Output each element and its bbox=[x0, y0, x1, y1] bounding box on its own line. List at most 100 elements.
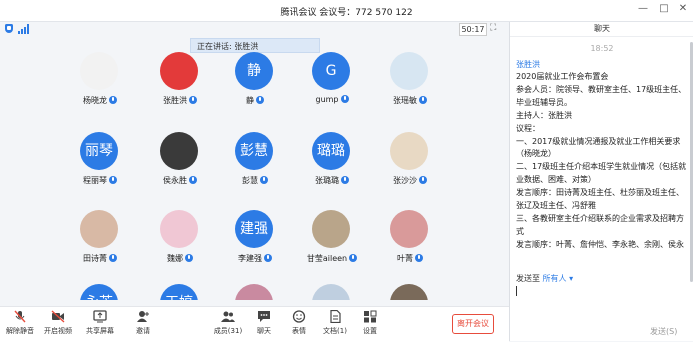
participant-tile[interactable]: 侯永胜 bbox=[150, 128, 210, 196]
window-title: 腾讯会议 会议号：772 570 122 bbox=[280, 8, 413, 18]
participant-tile[interactable]: 永芳 bbox=[70, 280, 130, 300]
members-button[interactable]: 成员(31) bbox=[208, 310, 248, 336]
participant-tile[interactable]: 璐璐 张璐璐 bbox=[302, 128, 362, 196]
fullscreen-icon[interactable]: ⛶ bbox=[490, 23, 501, 34]
share-screen-button[interactable]: 共享屏幕 bbox=[80, 310, 120, 336]
chat-message-line: 张辽及班主任、冯舒雅 bbox=[516, 201, 596, 211]
participant-tile[interactable]: 建强 李建强 bbox=[225, 206, 285, 274]
avatar: 建强 bbox=[235, 210, 273, 248]
settings-icon bbox=[364, 310, 377, 323]
mic-status-icon bbox=[341, 176, 349, 184]
participant-name-text: 张胜洪 bbox=[163, 96, 187, 105]
mic-status-icon bbox=[189, 96, 197, 104]
participant-tile[interactable]: 丽琴 程丽琴 bbox=[70, 128, 130, 196]
chat-message-line: 参会人员：院领导、教研室主任、17级班主任、 bbox=[516, 84, 687, 94]
participant-name: 程丽琴 bbox=[70, 175, 136, 186]
chevron-down-icon[interactable]: ▾ bbox=[569, 274, 573, 283]
avatar: 永芳 bbox=[80, 284, 118, 300]
minimize-icon[interactable]: — bbox=[635, 3, 651, 14]
avatar: 玉婷 bbox=[160, 284, 198, 300]
settings-button[interactable]: 设置 bbox=[350, 310, 390, 336]
avatar bbox=[390, 132, 428, 170]
invite-label: 邀请 bbox=[136, 327, 150, 335]
document-button[interactable]: 文档(1) bbox=[315, 310, 355, 336]
chat-message-line: 式 bbox=[516, 226, 524, 236]
chat-input-caret[interactable] bbox=[516, 286, 517, 296]
chat-header: 聊天 bbox=[510, 22, 693, 37]
participant-tile[interactable]: 张沙沙 bbox=[380, 128, 440, 196]
emoji-button[interactable]: 表情 bbox=[279, 310, 319, 336]
chat-message-line: 毕业班辅导员。 bbox=[516, 97, 572, 107]
participant-tile[interactable]: 甘莹aileen bbox=[302, 206, 362, 274]
avatar bbox=[160, 52, 198, 90]
chat-button[interactable]: 聊天 bbox=[244, 310, 284, 336]
close-icon[interactable]: ✕ bbox=[675, 3, 691, 14]
avatar: 丽琴 bbox=[80, 132, 118, 170]
participant-tile[interactable]: 魏娜 bbox=[150, 206, 210, 274]
participant-tile[interactable]: 田诗菁 bbox=[70, 206, 130, 274]
participant-name: 甘莹aileen bbox=[296, 253, 368, 264]
participant-tile[interactable]: 玉婷 bbox=[150, 280, 210, 300]
emoji-icon bbox=[292, 310, 306, 323]
participant-name: gump bbox=[296, 95, 368, 104]
chat-message-line: 2020届就业工作会布置会 bbox=[516, 72, 609, 81]
start-video-label: 开启视频 bbox=[44, 327, 72, 335]
participant-tile[interactable]: 张胜洪 bbox=[150, 48, 210, 116]
avatar bbox=[312, 284, 350, 300]
share-screen-icon bbox=[93, 310, 107, 323]
chat-message-line: （杨晓龙） bbox=[516, 149, 556, 159]
maximize-icon[interactable]: □ bbox=[656, 3, 672, 14]
meeting-toolbar: 解除静音 开启视频 共享屏幕 邀请 成员(31) 聊天 表情 文档(1) 设置 … bbox=[0, 306, 509, 342]
participant-tile[interactable]: 张瑶敏 bbox=[380, 48, 440, 116]
participant-name: 张瑶敏 bbox=[374, 95, 446, 106]
participant-tile[interactable] bbox=[302, 280, 362, 300]
invite-button[interactable]: 邀请 bbox=[123, 310, 163, 336]
avatar bbox=[80, 210, 118, 248]
participant-name-text: 张沙沙 bbox=[393, 176, 417, 185]
unmute-button[interactable]: 解除静音 bbox=[0, 310, 40, 336]
avatar bbox=[390, 284, 428, 300]
unmute-label: 解除静音 bbox=[6, 327, 34, 335]
participant-tile[interactable]: 彭慧 彭慧 bbox=[225, 128, 285, 196]
participant-tile[interactable]: 静静 bbox=[225, 48, 285, 116]
mic-muted-icon bbox=[14, 310, 26, 323]
network-signal-icon[interactable] bbox=[18, 24, 29, 34]
avatar: 彭慧 bbox=[235, 132, 273, 170]
participant-tile[interactable] bbox=[225, 280, 285, 300]
send-to-selector[interactable]: 发送至 所有人 ▾ bbox=[516, 273, 573, 284]
chat-panel: 聊天 18:52 张胜洪 2020届就业工作会布置会 参会人员：院领导、教研室主任… bbox=[509, 22, 693, 341]
avatar bbox=[390, 210, 428, 248]
mic-status-icon bbox=[419, 96, 427, 104]
participant-name-text: 张璐璐 bbox=[315, 176, 339, 185]
mic-status-icon bbox=[185, 254, 193, 262]
members-icon bbox=[221, 311, 235, 322]
participant-tile[interactable]: 杨晓龙 bbox=[70, 48, 130, 116]
start-video-button[interactable]: 开启视频 bbox=[38, 310, 78, 336]
leave-meeting-button[interactable]: 离开会议 bbox=[452, 314, 494, 334]
participant-tile[interactable] bbox=[380, 280, 440, 300]
mic-status-icon bbox=[260, 176, 268, 184]
participant-name: 张璐璐 bbox=[296, 175, 368, 186]
video-off-icon bbox=[51, 310, 65, 323]
chat-sender[interactable]: 张胜洪 bbox=[516, 59, 540, 70]
participant-name-text: 魏娜 bbox=[167, 254, 183, 263]
avatar bbox=[235, 284, 273, 300]
mic-status-icon bbox=[415, 254, 423, 262]
security-shield-icon[interactable] bbox=[5, 24, 13, 33]
participant-name-text: 侯永胜 bbox=[163, 176, 187, 185]
participant-tile[interactable]: 叶菁 bbox=[380, 206, 440, 274]
participant-name: 杨晓龙 bbox=[70, 95, 136, 106]
participant-name-text: 张瑶敏 bbox=[393, 96, 417, 105]
send-to-target[interactable]: 所有人 bbox=[543, 274, 567, 283]
participant-name-text: 彭慧 bbox=[242, 176, 258, 185]
mic-status-icon bbox=[349, 254, 358, 262]
avatar bbox=[390, 52, 428, 90]
chat-message-line: 二、17级班主任介绍本班学生就业情况（包括就 bbox=[516, 162, 687, 172]
participant-name-text: gump bbox=[315, 95, 339, 104]
chat-message-line: 发言顺序：田诗菁及班主任、杜莎丽及班主任、 bbox=[516, 188, 684, 198]
avatar bbox=[160, 132, 198, 170]
participant-name-text: 杨晓龙 bbox=[83, 96, 107, 105]
avatar: 璐璐 bbox=[312, 132, 350, 170]
participant-tile[interactable]: Ggump bbox=[302, 48, 362, 116]
send-button[interactable]: 发送(S) bbox=[650, 326, 677, 337]
